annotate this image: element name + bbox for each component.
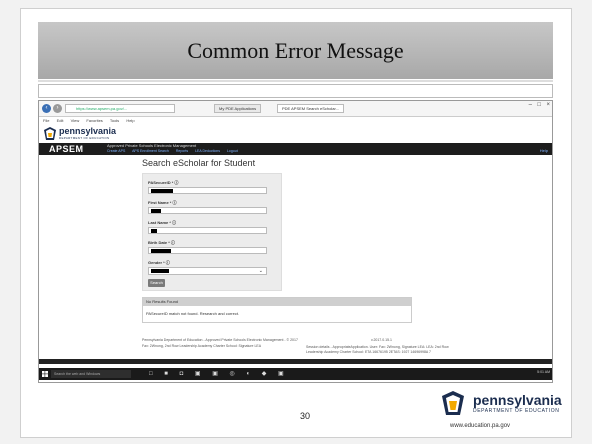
footer-copyright: Pennsylvania Department of Education - A… (142, 338, 298, 342)
site-logo-dept: DEPARTMENT OF EDUCATION (59, 136, 110, 140)
error-message: PASecureID match not found. Research and… (146, 311, 240, 316)
redacted-value (151, 189, 173, 193)
page-bottom-bar (39, 359, 552, 364)
menu-edit[interactable]: Edit (57, 118, 64, 123)
redacted-value (151, 229, 157, 233)
menu-favorites[interactable]: Favorites (86, 118, 102, 123)
browser-menu-bar: File Edit View Favorites Tools Help (39, 118, 552, 124)
windows-taskbar: Search the web and Windows □ ■ ◘ ▣ ▣ ◎ ◐… (39, 368, 552, 380)
taskbar-app-icons[interactable]: □ ■ ◘ ▣ ▣ ◎ ◐ ◆ ▣ (149, 370, 289, 377)
slide-title: Common Error Message (187, 37, 404, 63)
menu-tools[interactable]: Tools (110, 118, 119, 123)
last-name-label: Last Name * ⓘ (148, 220, 177, 225)
last-name-input[interactable] (148, 227, 267, 234)
gender-label: Gender * ⓘ (148, 260, 170, 265)
menu-help[interactable]: Help (126, 118, 134, 123)
pasecureid-label: PASecureID * ⓘ (148, 180, 179, 185)
nav-create-aps[interactable]: Create APS (107, 149, 125, 153)
site-header: pennsylvania DEPARTMENT OF EDUCATION (39, 125, 552, 143)
taskbar-search-input[interactable]: Search the web and Windows (51, 370, 131, 378)
maximize-icon[interactable]: □ (537, 102, 541, 108)
gender-select[interactable]: ⌄ (148, 267, 267, 275)
app-nav-bar: APSEM Approved Private Schools Electroni… (39, 143, 552, 155)
footer-session-2: Leadership Academy Charter School: ETA 1… (306, 350, 431, 354)
keystone-logo-icon (44, 127, 56, 140)
chevron-down-icon: ⌄ (258, 268, 263, 274)
slide-title-bar: Common Error Message (38, 22, 553, 79)
birth-date-input[interactable] (148, 247, 267, 254)
first-name-label: First Name * ⓘ (148, 200, 177, 205)
windows-start-icon[interactable] (42, 371, 48, 377)
system-tray-clock[interactable]: 5:01 AM (537, 370, 550, 374)
birth-date-label: Birth Date * ⓘ (148, 240, 175, 245)
first-name-input[interactable] (148, 207, 267, 214)
pa-logo-name: pennsylvania (473, 392, 562, 408)
close-icon[interactable]: × (546, 102, 550, 108)
nav-enrollment-search[interactable]: APS Enrollment Search (132, 149, 169, 153)
menu-view[interactable]: View (71, 118, 80, 123)
search-form-panel: PASecureID * ⓘ First Name * ⓘ Last Name … (142, 173, 282, 291)
forward-arrow-icon[interactable]: › (53, 104, 62, 113)
app-nav-links: Create APS APS Enrollment Search Reports… (107, 149, 244, 153)
pa-logo-url: www.education.pa.gov (450, 423, 511, 429)
title-divider (38, 80, 553, 82)
pa-logo-dept: DEPARTMENT OF EDUCATION (473, 408, 560, 414)
nav-reports[interactable]: Reports (176, 149, 188, 153)
site-logo-name: pennsylvania (59, 126, 117, 136)
redacted-value (151, 249, 171, 253)
results-header: No Results Found (143, 298, 411, 306)
pa-dept-logo: pennsylvania DEPARTMENT OF EDUCATION www… (440, 390, 570, 435)
browser-tab-applications[interactable]: My PDE Applications (214, 104, 262, 113)
minimize-icon[interactable]: – (529, 102, 532, 108)
redacted-value (151, 269, 169, 273)
keystone-logo-icon (442, 391, 464, 415)
page-heading: Search eScholar for Student (142, 158, 256, 168)
search-button[interactable]: Search (148, 279, 165, 287)
footer-session-1: Session details - AppropriateApplication… (306, 345, 449, 349)
embedded-screenshot: ‹ › https://www.apsem.pa.gov/... My PDE … (38, 100, 553, 383)
footer-user: Fax: 2Wnong, 2nd Row Leadership Academy … (142, 344, 262, 348)
nav-logout[interactable]: Logout (227, 149, 238, 153)
pasecureid-input[interactable] (148, 187, 267, 194)
address-bar[interactable]: https://www.apsem.pa.gov/... (65, 104, 175, 113)
footer-version: v.2017.0.15.1 (371, 338, 392, 342)
browser-toolbar: ‹ › https://www.apsem.pa.gov/... My PDE … (39, 101, 552, 117)
menu-file[interactable]: File (43, 118, 49, 123)
help-link[interactable]: Help (540, 148, 548, 153)
app-full-title: Approved Private Schools Electronic Mana… (107, 143, 197, 148)
browser-tab-search[interactable]: PDE APSEM Search eScholar... (277, 104, 344, 113)
slide-page-number: 30 (300, 411, 311, 421)
back-arrow-icon[interactable]: ‹ (42, 104, 51, 113)
redacted-value (151, 209, 161, 213)
nav-lea-deductions[interactable]: LEA Deductions (195, 149, 220, 153)
subtitle-box (38, 84, 553, 98)
results-panel: No Results Found PASecureID match not fo… (142, 297, 412, 323)
app-short-title[interactable]: APSEM (49, 144, 84, 154)
